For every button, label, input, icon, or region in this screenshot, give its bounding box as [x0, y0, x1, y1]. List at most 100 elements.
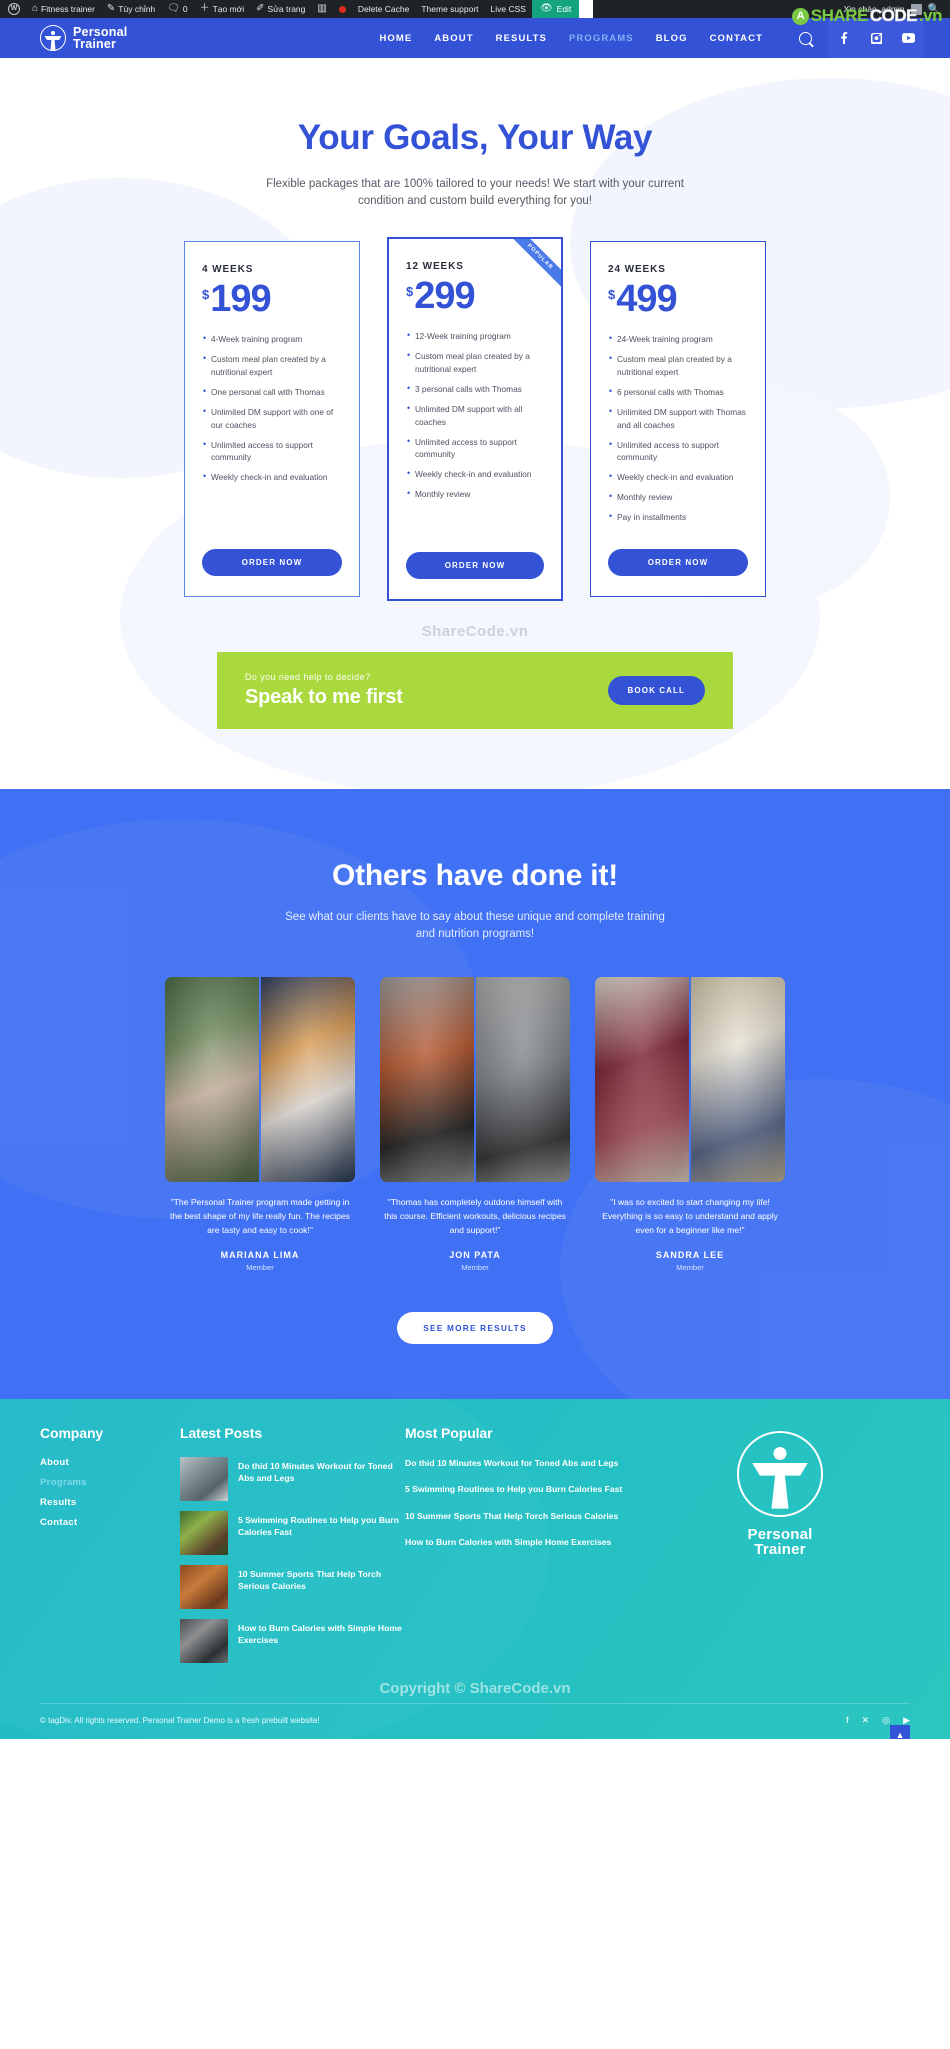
- adminbar-item-site[interactable]: ⌂ Fitness trainer: [26, 0, 101, 18]
- testimonials-title: Others have done it!: [331, 858, 619, 892]
- book-call-button[interactable]: BOOK CALL: [607, 675, 705, 705]
- list-item: Unlimited DM support with one of our coa…: [202, 405, 342, 432]
- brand-logo[interactable]: Personal Trainer: [40, 25, 127, 51]
- pricing-section: Your Goals, Your Way Flexible packages t…: [0, 58, 950, 789]
- site-header: Personal Trainer HOME ABOUT RESULTS PROG…: [0, 18, 950, 58]
- nav-item-contact[interactable]: CONTACT: [710, 33, 763, 44]
- before-after-images: [380, 977, 570, 1183]
- adminbar-item-new[interactable]: ＋ Tạo mới: [194, 0, 251, 18]
- wpbakery-icon: ▥: [317, 3, 327, 14]
- testimonial-quote: "Thomas has completely outdone himself w…: [384, 1197, 566, 1235]
- edit-icon: ✐: [256, 3, 265, 14]
- testimonial-role: Member: [461, 1262, 489, 1272]
- after-image: [476, 977, 570, 1183]
- adminbar-item-edit-page[interactable]: ✐ Sửa trang: [250, 0, 311, 18]
- footer-columns: Company About Programs Results Contact L…: [40, 1425, 910, 1673]
- footer-column-most-popular: Most Popular Do thid 10 Minutes Workout …: [405, 1425, 650, 1563]
- nav-item-home[interactable]: HOME: [379, 33, 412, 44]
- search-icon[interactable]: 🔍: [928, 4, 942, 15]
- list-item[interactable]: 5 Swimming Routines to Help you Burn Cal…: [405, 1483, 650, 1495]
- adminbar-item-customize[interactable]: ✎ Tùy chỉnh: [101, 0, 161, 18]
- adminbar-live-css-label: Live CSS: [490, 4, 526, 14]
- plan-price: $ 199: [202, 280, 342, 318]
- order-now-button[interactable]: ORDER NOW: [406, 551, 544, 579]
- facebook-icon[interactable]: [828, 18, 860, 58]
- adminbar-account-area[interactable]: Xin chào, admin 🔍: [844, 3, 950, 15]
- post-title: How to Burn Calories with Simple Home Ex…: [238, 1622, 402, 1646]
- cta-text-group: Do you need help to decide? Speak to me …: [245, 672, 403, 709]
- testimonial-card-sandra-lee: "I was so excited to start changing my l…: [595, 977, 785, 1272]
- list-item[interactable]: Do thid 10 Minutes Workout for Toned Abs…: [180, 1456, 405, 1501]
- list-item[interactable]: Do thid 10 Minutes Workout for Toned Abs…: [405, 1457, 650, 1469]
- brand-name: Personal Trainer: [73, 26, 127, 51]
- after-image: [691, 977, 785, 1183]
- adminbar-item-live-css[interactable]: Live CSS: [485, 0, 532, 18]
- adminbar-item-wpbakery[interactable]: ▥: [311, 0, 332, 18]
- nav-item-blog[interactable]: BLOG: [656, 33, 688, 44]
- order-now-button[interactable]: ORDER NOW: [608, 548, 748, 576]
- post-thumbnail: [180, 1510, 228, 1555]
- avatar: [910, 3, 922, 15]
- order-now-button[interactable]: ORDER NOW: [202, 548, 342, 576]
- list-item: Monthly review: [608, 490, 748, 504]
- post-title: Do thid 10 Minutes Workout for Toned Abs…: [238, 1460, 393, 1484]
- x-twitter-icon[interactable]: ✕: [862, 1715, 870, 1726]
- plan-features: 24-Week training program Custom meal pla…: [608, 332, 748, 530]
- main-navigation: HOME ABOUT RESULTS PROGRAMS BLOG CONTACT: [379, 31, 812, 45]
- pricing-card-24-weeks[interactable]: 24 WEEKS $ 499 24-Week training program …: [590, 241, 766, 597]
- adminbar-item-record[interactable]: [333, 0, 352, 18]
- footer-bottom-bar: © tagDiv. All rights reserved. Personal …: [40, 1702, 910, 1739]
- list-item: Custom meal plan created by a nutritiona…: [202, 352, 342, 379]
- pricing-card-12-weeks[interactable]: POPULAR 12 WEEKS $ 299 12-Week training …: [387, 237, 563, 601]
- list-item: Custom meal plan created by a nutritiona…: [608, 352, 748, 379]
- post-title: 10 Summer Sports That Help Torch Serious…: [238, 1568, 382, 1592]
- adminbar-edit-button[interactable]: 👁 Edit: [531, 0, 580, 18]
- footer-popular-title: Most Popular: [405, 1424, 493, 1441]
- header-social-links: [828, 18, 924, 58]
- plan-term: 24 WEEKS: [608, 264, 666, 276]
- facebook-icon[interactable]: f: [846, 1715, 849, 1725]
- list-item[interactable]: How to Burn Calories with Simple Home Ex…: [405, 1536, 650, 1548]
- nav-item-results[interactable]: RESULTS: [496, 33, 547, 44]
- before-image: [380, 977, 474, 1183]
- see-more-results-button[interactable]: SEE MORE RESULTS: [397, 1311, 553, 1344]
- list-item: Weekly check-in and evaluation: [202, 470, 342, 484]
- plan-features: 4-Week training program Custom meal plan…: [202, 332, 342, 530]
- personal-trainer-logo-icon: [40, 25, 66, 51]
- before-image: [595, 977, 689, 1183]
- adminbar-item-theme-support[interactable]: Theme support: [415, 0, 484, 18]
- list-item[interactable]: 5 Swimming Routines to Help you Burn Cal…: [180, 1510, 405, 1555]
- list-item: Unlimited DM support with all coaches: [406, 402, 544, 429]
- back-to-top-button[interactable]: ▲: [890, 1724, 910, 1739]
- adminbar-item-comments[interactable]: 🗨 0: [161, 0, 193, 18]
- pricing-card-4-weeks[interactable]: 4 WEEKS $ 199 4-Week training program Cu…: [184, 241, 360, 597]
- adminbar-gap: [579, 0, 594, 18]
- eye-icon: 👁: [539, 3, 553, 14]
- adminbar-edit-page-label: Sửa trang: [267, 4, 306, 14]
- personal-trainer-logo-icon: [737, 1430, 823, 1517]
- nav-item-about[interactable]: ABOUT: [434, 33, 473, 44]
- footer-link-contact[interactable]: Contact: [40, 1517, 180, 1528]
- footer-link-programs[interactable]: Programs: [40, 1477, 180, 1488]
- list-item[interactable]: 10 Summer Sports That Help Torch Serious…: [405, 1510, 650, 1522]
- before-after-images: [165, 977, 355, 1183]
- instagram-icon[interactable]: ◎: [882, 1715, 890, 1726]
- after-image: [261, 977, 355, 1183]
- testimonials-grid: "The Personal Trainer program made getti…: [0, 977, 950, 1272]
- youtube-icon[interactable]: [892, 18, 924, 58]
- wordpress-logo-icon: [8, 3, 20, 15]
- list-item: One personal call with Thomas: [202, 385, 342, 399]
- nav-item-programs[interactable]: PROGRAMS: [569, 33, 634, 44]
- list-item: Weekly check-in and evaluation: [608, 470, 748, 484]
- footer-link-about[interactable]: About: [40, 1457, 180, 1468]
- list-item[interactable]: 10 Summer Sports That Help Torch Serious…: [180, 1564, 405, 1609]
- list-item: 24-Week training program: [608, 332, 748, 346]
- testimonial-card-jon-pata: "Thomas has completely outdone himself w…: [380, 977, 570, 1272]
- footer-link-results[interactable]: Results: [40, 1497, 180, 1508]
- adminbar-item-delete-cache[interactable]: Delete Cache: [352, 0, 416, 18]
- list-item[interactable]: How to Burn Calories with Simple Home Ex…: [180, 1618, 405, 1663]
- adminbar-item-wordpress[interactable]: [0, 0, 26, 18]
- search-icon[interactable]: [799, 31, 812, 45]
- footer-column-company: Company About Programs Results Contact: [40, 1425, 180, 1537]
- instagram-icon[interactable]: [860, 18, 892, 58]
